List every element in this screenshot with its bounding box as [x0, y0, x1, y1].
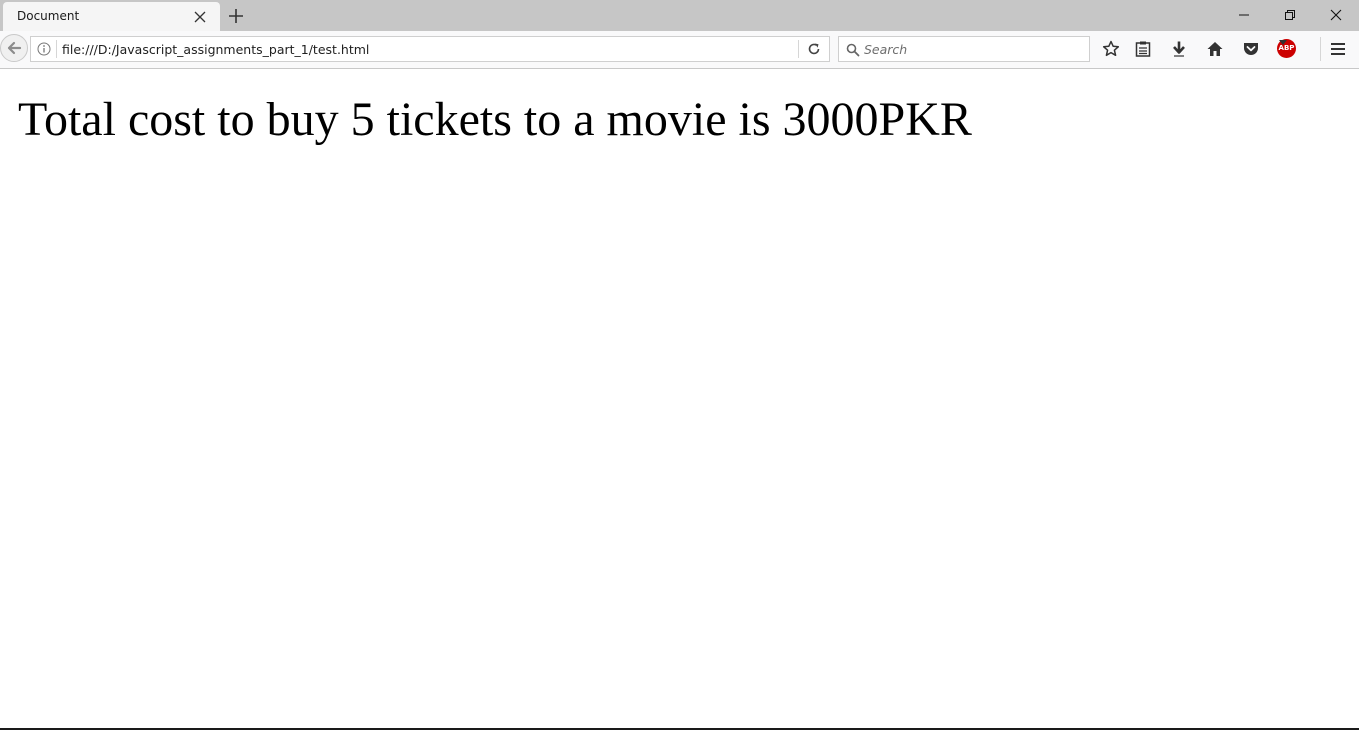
restore-icon	[1285, 10, 1295, 20]
reading-list-button[interactable]	[1132, 38, 1154, 60]
restore-button[interactable]	[1267, 0, 1313, 30]
url-divider	[56, 40, 57, 58]
adblock-button[interactable]: ABP	[1277, 38, 1307, 60]
tab-strip: Document	[0, 0, 1359, 31]
search-input[interactable]	[864, 39, 1084, 59]
tab-document[interactable]: Document	[3, 2, 220, 31]
home-button[interactable]	[1204, 38, 1226, 60]
toolbar-divider	[1320, 37, 1321, 61]
search-bar[interactable]	[838, 36, 1090, 62]
minimize-button[interactable]	[1221, 0, 1267, 30]
bookmark-button[interactable]	[1100, 38, 1122, 60]
home-icon	[1207, 42, 1223, 56]
info-icon[interactable]	[36, 41, 52, 61]
menu-button[interactable]	[1327, 38, 1349, 60]
close-icon	[1330, 9, 1342, 21]
downloads-button[interactable]	[1168, 38, 1190, 60]
url-text[interactable]: file:///D:/Javascript_assignments_part_1…	[62, 42, 369, 57]
clipboard-icon	[1135, 41, 1151, 57]
reload-icon[interactable]	[806, 41, 822, 61]
chevron-down-icon	[1279, 40, 1287, 45]
navigation-toolbar: file:///D:/Javascript_assignments_part_1…	[0, 31, 1359, 69]
arrow-left-icon	[7, 41, 22, 55]
page-heading: Total cost to buy 5 tickets to a movie i…	[18, 93, 972, 146]
minimize-icon	[1239, 14, 1249, 16]
address-bar[interactable]: file:///D:/Javascript_assignments_part_1…	[30, 36, 830, 62]
tab-title: Document	[17, 9, 80, 23]
back-button[interactable]	[0, 34, 28, 62]
search-icon	[846, 42, 860, 61]
page-content: Total cost to buy 5 tickets to a movie i…	[0, 69, 1359, 728]
plus-icon[interactable]	[226, 6, 246, 26]
close-icon[interactable]	[192, 9, 208, 25]
hamburger-icon	[1331, 43, 1345, 55]
close-window-button[interactable]	[1313, 0, 1359, 30]
pocket-button[interactable]	[1240, 38, 1262, 60]
download-icon	[1173, 41, 1185, 57]
pocket-icon	[1244, 43, 1258, 55]
url-divider	[798, 40, 799, 58]
star-icon	[1102, 40, 1120, 57]
